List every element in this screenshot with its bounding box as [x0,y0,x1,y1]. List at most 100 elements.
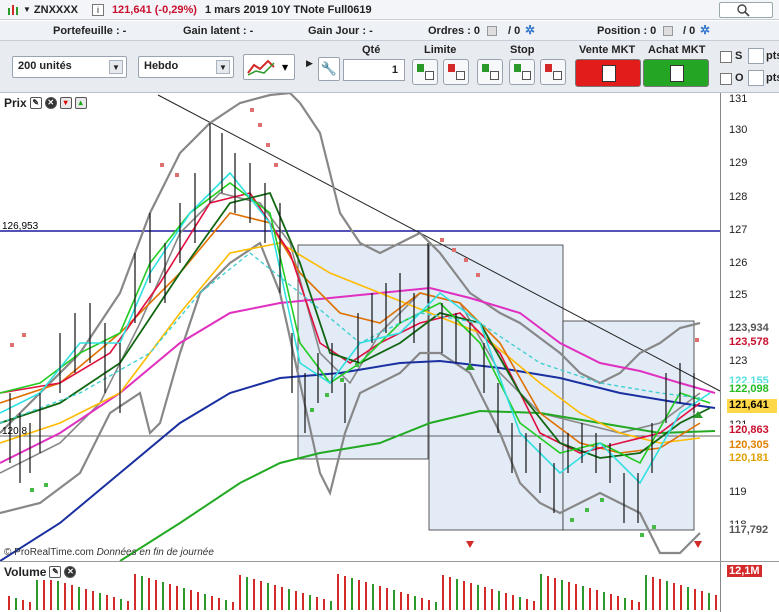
volume-panel[interactable]: Volume ✎ ✕ 12,1M [0,561,779,612]
stop-points-input[interactable] [748,48,764,64]
account-status-bar: Portefeuille : - Gain latent : - Gain Jo… [0,21,779,41]
volume-bar [64,583,66,610]
limit-buy-button[interactable] [412,59,438,85]
volume-bar [561,580,563,610]
volume-bar [442,575,444,610]
orders-close-icon[interactable] [487,26,497,36]
maximize-icon[interactable]: ▴ [74,97,87,109]
volume-bar [267,583,269,610]
stop-checkbox[interactable] [720,51,732,63]
volume-bar [414,596,416,610]
chevron-right-icon[interactable]: ▶ [306,58,313,69]
volume-bar [540,574,542,610]
volume-bar [680,585,682,610]
period-select[interactable]: Hebdo ▼ [138,56,234,78]
close-icon[interactable]: ✕ [44,97,57,109]
price-panel-title: Prix [4,96,27,110]
order-toolbar: 200 unités ▼ Hebdo ▼ ▼ ▶ 🔧 Qté 1 Limite … [0,41,779,93]
volume-bar [358,580,360,610]
volume-bar [260,581,262,610]
volume-bar [85,589,87,610]
quantity-label: Qté [362,44,381,56]
price-tag: 123,578 [727,336,777,350]
limit-sell-button[interactable] [443,59,469,85]
volume-bar [309,595,311,610]
chevron-down-icon[interactable]: ▼ [23,5,31,14]
objective-checkbox[interactable] [720,73,732,85]
volume-value-tag: 12,1M [727,565,762,577]
volume-panel-header: Volume ✎ ✕ [2,564,79,580]
sell-market-button[interactable] [575,59,641,87]
stop-limit-button[interactable] [540,59,566,85]
chart-type-button[interactable]: ▼ [243,54,295,80]
volume-bar [337,574,339,610]
close-icon[interactable]: ✕ [64,566,77,578]
units-select[interactable]: 200 unités ▼ [12,56,127,78]
price-tag: 120,305 [727,439,777,453]
volume-bar [50,579,52,610]
objective-checkbox-label: O [735,72,744,84]
volume-bar [512,595,514,610]
volume-bar [106,595,108,610]
wrench-icon[interactable]: ✎ [29,97,42,109]
limit-label: Limite [424,44,457,56]
volume-bar [351,578,353,610]
price-axis[interactable]: 131 130 129 128 127 126 125 124 123 122 … [720,93,779,561]
volume-bar [526,599,528,610]
volume-bar [547,576,549,610]
stop-sell-button[interactable] [509,59,535,85]
data-source-note: © ProRealTime.com Données en fin de jour… [4,547,214,558]
position-close-icon[interactable] [663,26,673,36]
volume-bar [393,590,395,610]
price-tag: 123,934 [727,322,777,336]
volume-bar [281,587,283,610]
search-button[interactable] [719,2,773,18]
price-tag: 120,863 [727,424,777,438]
volume-bar [197,592,199,610]
buy-market-label: Achat MKT [648,44,706,56]
axis-tick: 119 [729,486,747,498]
orders-gear-icon[interactable]: ✲ [525,23,535,37]
instrument-info: 1 mars 2019 10Y TNote Full0619 [204,3,372,16]
volume-bar [491,589,493,610]
daily-gain-label: Gain Jour : - [308,25,373,37]
volume-bar [610,594,612,610]
objective-points-input[interactable] [748,70,764,86]
volume-bar [638,602,640,610]
volume-panel-title: Volume [4,565,47,579]
axis-tick: 129 [729,157,748,169]
stop-buy-button[interactable] [477,59,503,85]
price-tag: 121,641 [727,399,777,413]
price-chart-canvas[interactable]: 126,953 120,8 [0,93,720,561]
stop-checkbox-label: S [735,50,743,62]
quantity-input[interactable]: 1 [343,59,405,81]
volume-bar [568,582,570,610]
chevron-down-icon[interactable]: ▼ [109,60,123,74]
chart-icon[interactable] [6,3,20,17]
volume-bar [428,600,430,610]
title-bar: ▼ ZNXXXX i 121,641 (-0,29%) 1 mars 2019 … [0,0,779,20]
volume-bar [624,598,626,610]
info-icon[interactable]: i [91,3,104,16]
volume-bar [386,588,388,610]
volume-bar [155,580,157,610]
buy-market-button[interactable] [643,59,709,87]
wrench-icon[interactable]: ✎ [49,566,62,578]
volume-bar [29,602,31,610]
period-value: Hebdo [144,60,179,72]
minimize-icon[interactable]: ▾ [59,97,72,109]
position-count: / 0 [683,25,696,37]
volume-bar [708,593,710,610]
wrench-icon[interactable]: 🔧 [318,57,340,81]
axis-tick: 126 [729,257,748,269]
volume-bar [148,578,150,610]
axis-tick: 130 [729,124,748,136]
volume-bar [218,598,220,610]
volume-bar [274,585,276,610]
position-gear-icon[interactable]: ✲ [700,23,710,37]
volume-bar [694,589,696,610]
price-chart[interactable]: 126,953 120,8 Prix ✎ ✕ ▾ ▴ © ProRealTime… [0,93,779,561]
volume-bar [589,588,591,610]
chevron-down-icon[interactable]: ▼ [216,60,230,74]
symbol-name[interactable]: ZNXXXX [34,4,78,16]
